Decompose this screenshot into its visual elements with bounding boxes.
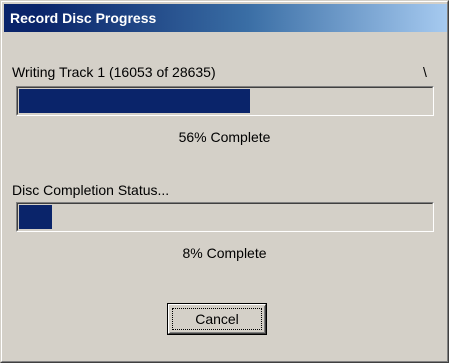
cancel-focus-rect: Cancel [172,308,262,330]
disc-progress-well [17,203,433,231]
disc-percent-label: 8% Complete [182,245,267,261]
disc-progress-fill [19,205,52,229]
record-disc-progress-dialog: Record Disc Progress Writing Track 1 (16… [0,0,449,363]
cancel-button[interactable]: Cancel [167,303,267,335]
cancel-button-label: Cancel [195,311,239,327]
disc-progress-bar [16,202,434,232]
dialog-frame: Record Disc Progress Writing Track 1 (16… [1,1,448,362]
track-percent-label: 56% Complete [178,129,271,145]
activity-spinner: \ [423,64,427,80]
disc-status-text: Disc Completion Status... [12,182,170,198]
window-title: Record Disc Progress [10,10,157,26]
track-status-text: Writing Track 1 (16053 of 28635) [12,64,216,80]
track-progress-fill [19,89,250,113]
track-progress-well [17,87,433,115]
track-progress-bar [16,86,434,116]
title-bar[interactable]: Record Disc Progress [4,4,447,32]
